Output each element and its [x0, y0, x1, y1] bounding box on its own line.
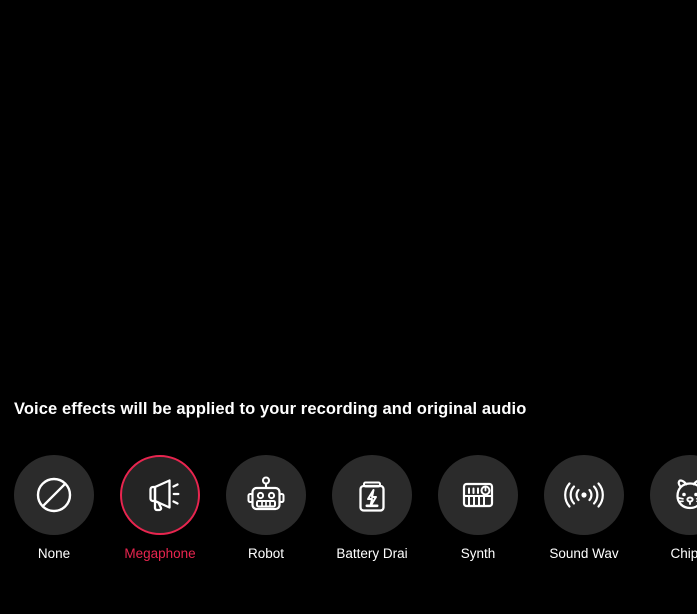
- bottom-spacer: [0, 580, 697, 614]
- effect-circle-robot[interactable]: [226, 455, 306, 535]
- effect-label-battery-drain: Battery Drai: [336, 546, 408, 561]
- voice-effects-track[interactable]: None Megaphone Robot Battery Drai Synth …: [14, 455, 697, 562]
- voice-effects-carousel[interactable]: None Megaphone Robot Battery Drai Synth …: [0, 455, 697, 580]
- effect-label-robot: Robot: [247, 546, 285, 561]
- voice-effects-screen: Voice effects will be applied to your re…: [0, 0, 697, 614]
- effect-item-battery-drain[interactable]: Battery Drai: [332, 455, 412, 562]
- robot-icon: [244, 473, 288, 517]
- effect-item-megaphone[interactable]: Megaphone: [120, 455, 200, 562]
- effect-item-synth[interactable]: Synth: [438, 455, 518, 562]
- effect-label-none: None: [37, 546, 71, 561]
- megaphone-icon: [137, 472, 183, 518]
- chipmunk-icon: [667, 472, 697, 518]
- battery-icon: [350, 473, 394, 517]
- effect-circle-sound-wave[interactable]: [544, 455, 624, 535]
- effect-circle-synth[interactable]: [438, 455, 518, 535]
- sound-wave-icon: [561, 472, 607, 518]
- effect-item-chipmunk[interactable]: Chipm: [650, 455, 697, 562]
- camera-preview[interactable]: [0, 0, 697, 385]
- effect-label-synth: Synth: [460, 546, 496, 561]
- effect-label-chipmunk: Chipm: [670, 546, 697, 561]
- effect-label-megaphone: Megaphone: [124, 546, 196, 561]
- voice-effects-caption: Voice effects will be applied to your re…: [0, 392, 697, 426]
- effect-circle-chipmunk[interactable]: [650, 455, 697, 535]
- effect-item-none[interactable]: None: [14, 455, 94, 562]
- effect-item-robot[interactable]: Robot: [226, 455, 306, 562]
- effect-circle-none[interactable]: [14, 455, 94, 535]
- synth-icon: [456, 473, 500, 517]
- effect-item-sound-wave[interactable]: Sound Wav: [544, 455, 624, 562]
- effect-circle-battery-drain[interactable]: [332, 455, 412, 535]
- voice-effects-caption-text: Voice effects will be applied to your re…: [14, 399, 527, 418]
- effect-label-sound-wave: Sound Wav: [549, 546, 619, 561]
- effect-circle-megaphone[interactable]: [120, 455, 200, 535]
- no-effect-icon: [32, 473, 76, 517]
